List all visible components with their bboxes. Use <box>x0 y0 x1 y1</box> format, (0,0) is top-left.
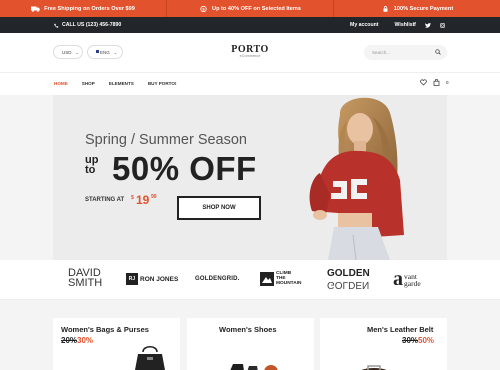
brand-climb-the-mountain[interactable]: CLIMB THE MOUNTAIN <box>260 271 302 286</box>
hero-cents: 99 <box>151 194 157 200</box>
brand-ron-jones[interactable]: RJ RON JONES <box>126 273 178 285</box>
my-account-link[interactable]: My account <box>350 22 379 28</box>
site-logo[interactable]: PORTO eCommerce <box>218 44 282 58</box>
category-title: Men's Leather Belt <box>367 325 434 334</box>
nav-item-shop[interactable]: SHOP <box>82 81 95 86</box>
lock-icon <box>383 5 388 12</box>
facebook-icon[interactable]: f <box>414 22 416 28</box>
category-discount: 20%30% <box>61 336 93 345</box>
promo-discount-text: Up to 40% OFF on Selected Items <box>212 5 301 12</box>
phone-icon <box>54 23 59 28</box>
brand-david-smith[interactable]: DAVID SMITH <box>68 268 103 289</box>
nav-menu: HOME SHOP ELEMENTS BUY PORTO! <box>54 81 177 86</box>
brand-golden[interactable]: GOLDEN GOLDEN <box>327 268 370 291</box>
wishlist-link[interactable]: Wishlist <box>395 22 415 28</box>
cart-bag-icon[interactable] <box>433 79 440 86</box>
handbag-image <box>135 345 165 370</box>
main-nav: HOME SHOP ELEMENTS BUY PORTO! 0 <box>0 73 500 95</box>
mountain-icon <box>260 271 274 286</box>
page: Free Shipping on Orders Over $99 $ Up to… <box>0 0 500 370</box>
old-discount: 30% <box>402 336 419 345</box>
hero-currency: $ <box>131 195 134 201</box>
promo-secure-text: 100% Secure Payment <box>393 5 454 12</box>
shop-now-button[interactable]: SHOP NOW <box>177 196 261 220</box>
hero-price: 19 <box>136 193 150 207</box>
search-placeholder: Search... <box>372 50 391 55</box>
twitter-icon[interactable] <box>424 22 431 28</box>
top-links: My account Wishlist <box>350 22 414 28</box>
category-card-belt[interactable]: Men's Leather Belt 30%50% <box>320 318 447 370</box>
search-icon[interactable] <box>435 49 441 55</box>
phone-text: CALL US (123) 456-7890 <box>62 22 122 28</box>
hero-up-to: up to <box>85 154 99 176</box>
language-value: ENG <box>100 49 110 55</box>
brand-climb-line3: MOUNTAIN <box>276 281 302 286</box>
social-links: f <box>414 22 445 28</box>
category-discount: 30%50% <box>402 336 434 345</box>
model-image <box>309 97 404 260</box>
logo-subtext: eCommerce <box>239 54 261 58</box>
brand-strip: DAVID SMITH RJ RON JONES GOLDENGRID. CLI… <box>0 260 500 300</box>
brand-avantgarde-mark: a <box>393 268 403 290</box>
promo-secure: 100% Secure Payment <box>334 0 500 17</box>
wishlist-heart-icon[interactable] <box>420 79 427 86</box>
nav-item-elements[interactable]: ELEMENTS <box>109 81 134 86</box>
new-discount: 30% <box>77 336 94 345</box>
product-categories: Women's Bags & Purses 20%30% Women's Sho… <box>0 300 500 370</box>
old-discount: 20% <box>61 336 78 345</box>
promo-discount: $ Up to 40% OFF on Selected Items <box>167 0 334 17</box>
instagram-icon[interactable] <box>439 22 445 28</box>
hero-season: Spring / Summer Season <box>85 132 247 148</box>
brand-david-smith-line2: SMITH <box>68 277 103 289</box>
promo-shipping-text: Free Shipping on Orders Over $99 <box>44 5 135 12</box>
chevron-down-icon: ⌄ <box>75 49 79 55</box>
hero-banner[interactable]: Spring / Summer Season up to 50% OFF STA… <box>53 95 447 260</box>
money-icon: $ <box>200 5 207 12</box>
truck-icon <box>31 6 40 12</box>
category-card-shoes[interactable]: Women's Shoes <box>187 318 314 370</box>
brand-ron-jones-mark: RJ <box>126 273 138 285</box>
search-input[interactable]: Search... <box>364 45 447 60</box>
hero-offer: 50% OFF <box>112 150 257 187</box>
language-select[interactable]: ENG ⌄ <box>87 45 123 59</box>
currency-value: USD <box>62 49 72 55</box>
brand-avantgarde[interactable]: a vant garde <box>393 268 421 291</box>
brand-golden-line1: GOLDEN <box>327 268 370 279</box>
category-card-bags[interactable]: Women's Bags & Purses 20%30% <box>53 318 180 370</box>
category-title: Women's Shoes <box>219 325 277 334</box>
brand-avantgarde-text: vant garde <box>404 272 421 288</box>
header: USD ⌄ ENG ⌄ PORTO eCommerce Search... <box>0 33 500 73</box>
shoes-image <box>230 364 278 370</box>
brand-climb-text: CLIMB THE MOUNTAIN <box>276 271 302 286</box>
brand-golden-line2: GOLDEN <box>327 279 370 290</box>
currency-select[interactable]: USD ⌄ <box>53 45 83 59</box>
nav-icons: 0 <box>420 79 449 86</box>
top-bar: CALL US (123) 456-7890 My account Wishli… <box>0 17 500 33</box>
cart-count: 0 <box>446 80 449 85</box>
hero-starting-at: STARTING AT <box>85 197 125 203</box>
brand-ron-jones-text: RON JONES <box>140 275 179 283</box>
nav-item-home[interactable]: HOME <box>54 81 68 86</box>
phone-contact[interactable]: CALL US (123) 456-7890 <box>54 22 121 28</box>
brand-goldengrid[interactable]: GOLDENGRID. <box>195 276 240 282</box>
promo-bar: Free Shipping on Orders Over $99 $ Up to… <box>0 0 500 17</box>
belt-image <box>361 365 387 370</box>
category-title: Women's Bags & Purses <box>61 325 149 334</box>
new-discount: 50% <box>418 336 435 345</box>
brand-avantgarde-line2: garde <box>404 278 421 288</box>
nav-item-buy-porto[interactable]: BUY PORTO! <box>148 81 177 86</box>
chevron-down-icon: ⌄ <box>113 49 118 55</box>
promo-shipping: Free Shipping on Orders Over $99 <box>0 0 167 17</box>
